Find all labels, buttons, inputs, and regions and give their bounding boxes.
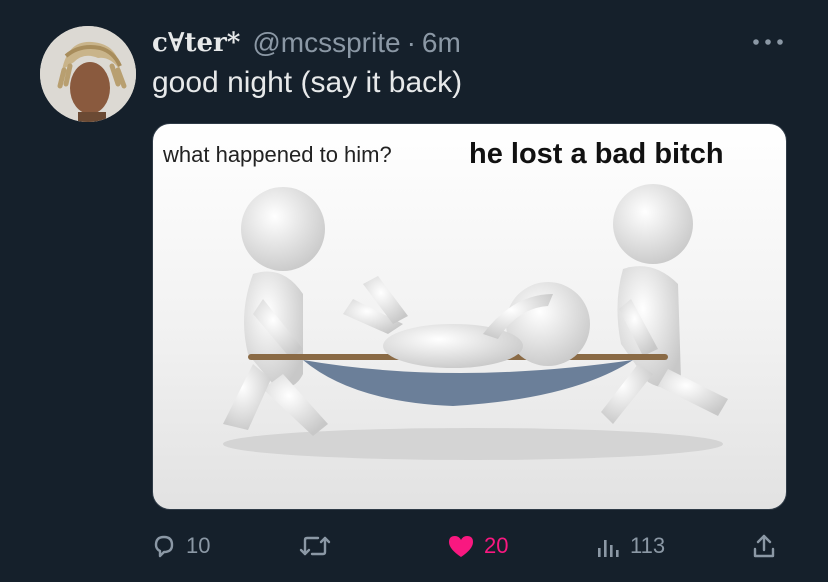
tweet-actions: 10 20 113	[150, 528, 790, 564]
reply-button[interactable]: 10	[150, 528, 210, 564]
display-name[interactable]: c∀ter*	[152, 28, 240, 58]
tweet-header: c∀ter* @mcssprite · 6m	[152, 26, 461, 60]
like-count: 20	[484, 533, 509, 558]
retweet-icon	[299, 536, 331, 556]
reply-count: 10	[186, 533, 211, 558]
views-count: 113	[630, 533, 666, 558]
tweet-text: good night (say it back)	[152, 66, 463, 99]
tweet: c∀ter* @mcssprite · 6m good night (say i…	[0, 0, 828, 582]
reply-icon	[154, 535, 174, 558]
views-button[interactable]: 113	[594, 528, 665, 564]
share-icon	[753, 534, 775, 558]
tweet-media-image[interactable]: what happened to him? he lost a bad bitc…	[152, 123, 787, 510]
views-icon	[598, 540, 619, 557]
separator-dot: ·	[406, 27, 416, 58]
more-icon[interactable]	[748, 30, 788, 54]
heart-icon	[449, 536, 473, 557]
retweet-button[interactable]	[298, 528, 332, 564]
avatar[interactable]	[40, 26, 136, 122]
like-button[interactable]: 20	[446, 528, 508, 564]
stretcher-illustration	[223, 184, 728, 460]
user-handle[interactable]: @mcssprite	[252, 27, 400, 59]
share-button[interactable]	[750, 528, 778, 564]
timestamp[interactable]: 6m	[422, 27, 461, 59]
